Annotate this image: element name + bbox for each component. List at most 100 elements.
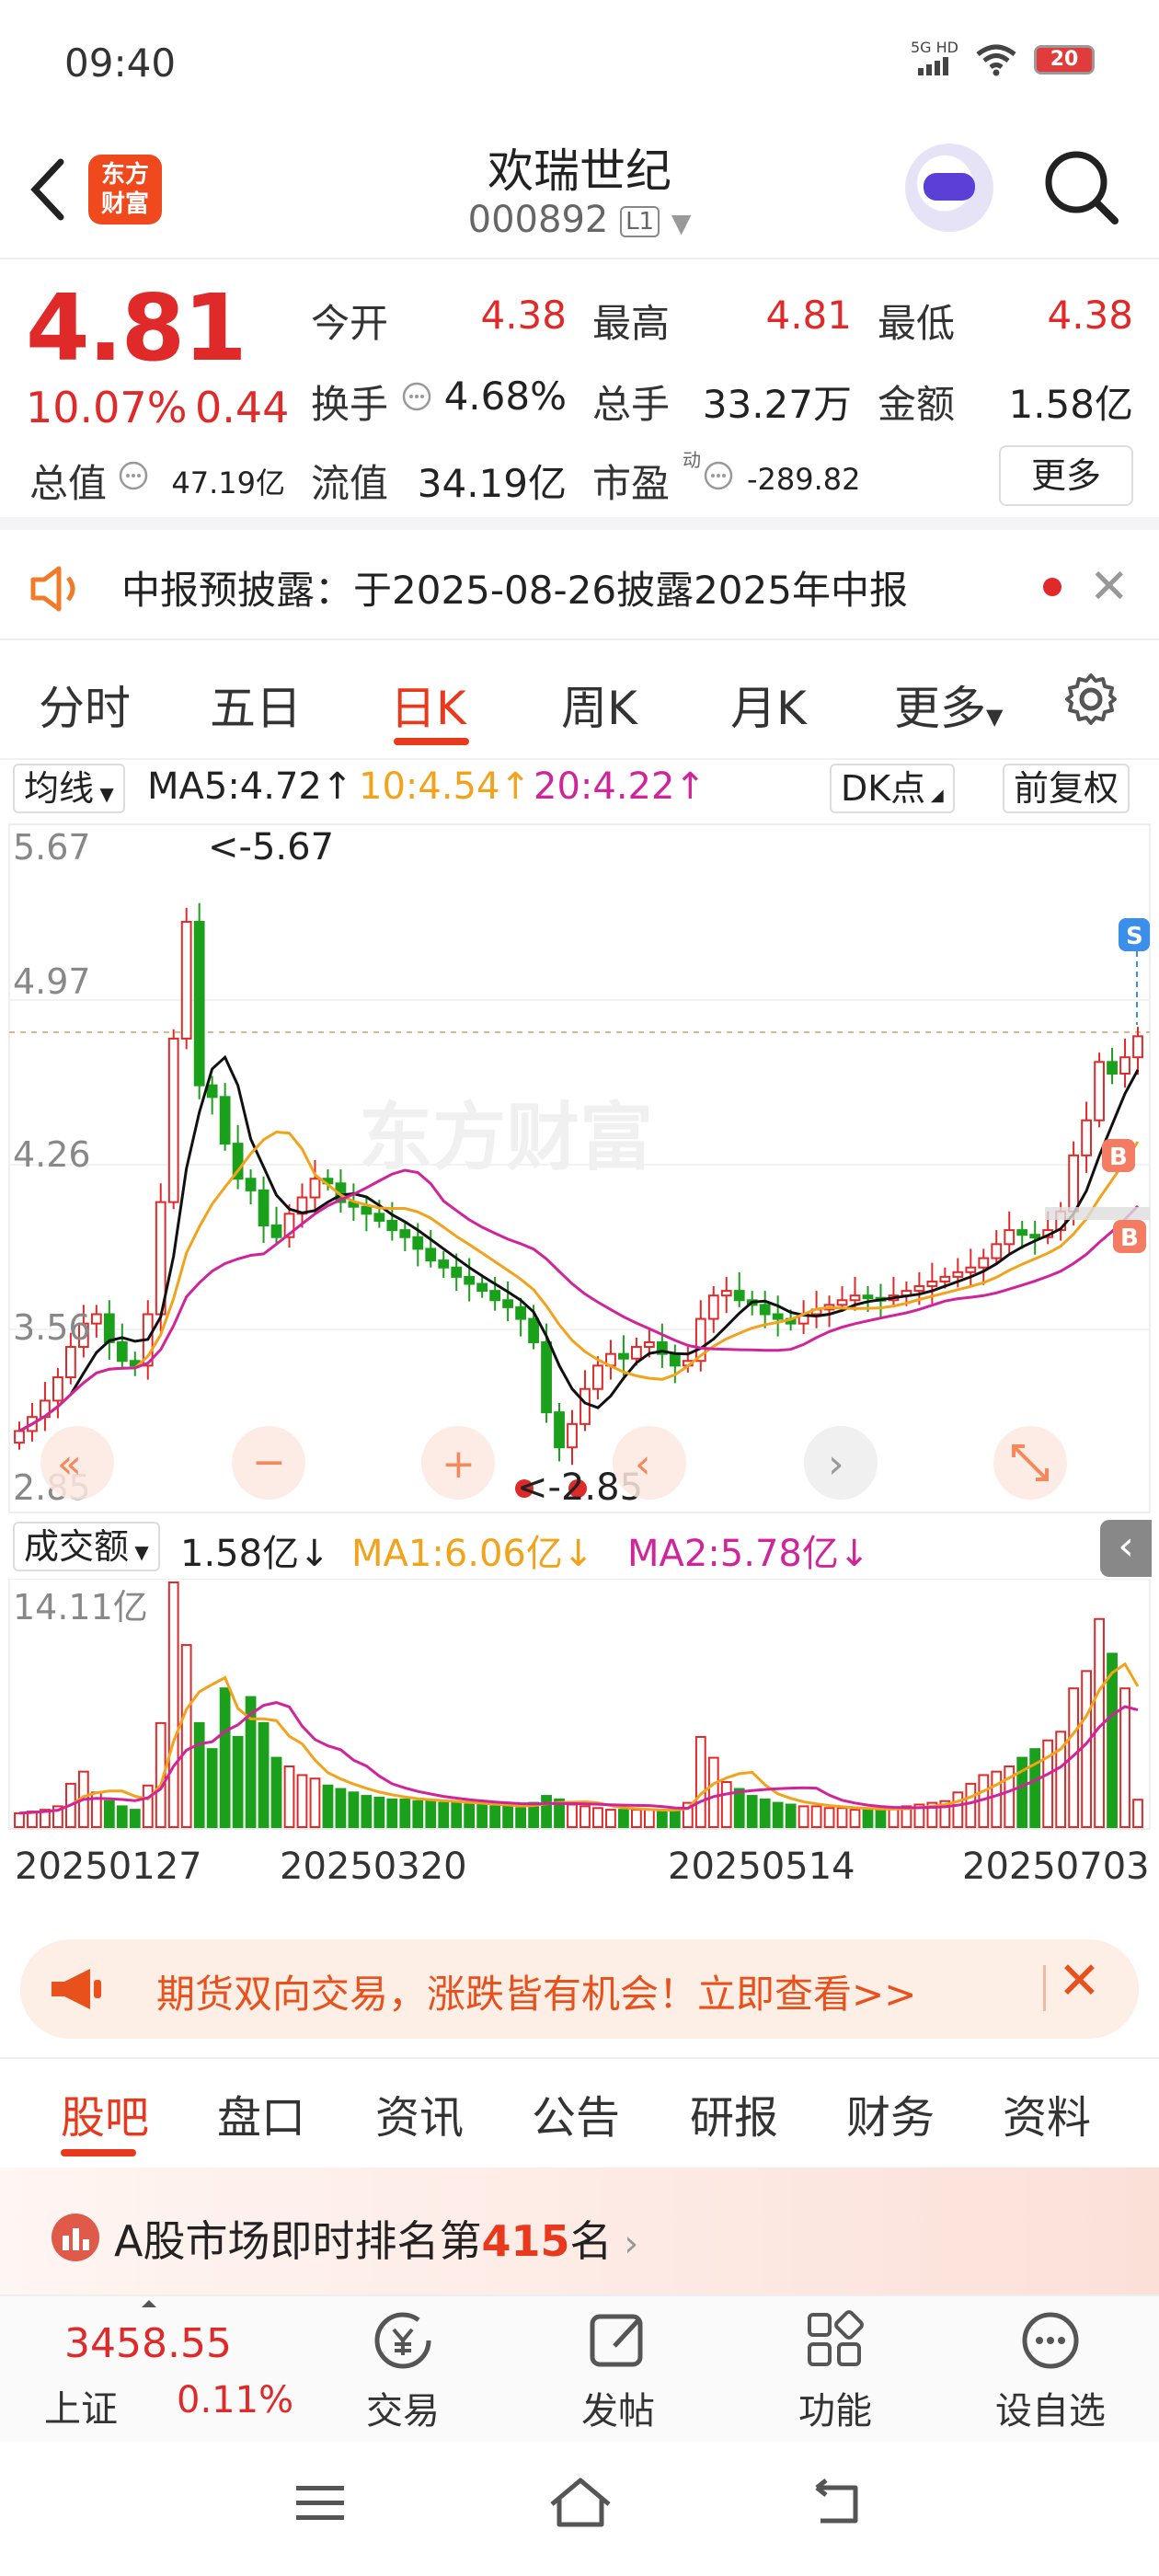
volume-bar xyxy=(489,1805,501,1828)
open-label: 今开 xyxy=(311,301,389,346)
search-icon[interactable] xyxy=(1041,147,1122,228)
candle-body xyxy=(476,1282,488,1293)
volume-bar xyxy=(618,1809,629,1828)
float-label: 流值 xyxy=(311,461,389,506)
volume-bar xyxy=(361,1795,373,1828)
grid-apps-icon[interactable] xyxy=(798,2304,872,2377)
scroll-left-fast-button[interactable]: « xyxy=(40,1426,114,1500)
edit-post-icon[interactable] xyxy=(581,2304,655,2377)
ma20-value: 20:4.22↑ xyxy=(534,765,706,808)
candle-body xyxy=(707,1294,719,1320)
volume-bar xyxy=(232,1735,244,1828)
volume-bar xyxy=(322,1784,334,1828)
candle-body xyxy=(669,1352,681,1367)
candle-body xyxy=(180,920,192,1040)
candle-body xyxy=(386,1219,398,1232)
volume-bar xyxy=(991,1770,1003,1829)
index-change[interactable]: 0.11% xyxy=(177,2379,293,2421)
back-icon[interactable] xyxy=(808,2477,866,2528)
tab-profile[interactable]: 资料 xyxy=(1003,2081,1091,2145)
candle-body xyxy=(502,1299,514,1308)
candle-body xyxy=(926,1280,938,1288)
info-icon[interactable] xyxy=(703,460,734,491)
forward-adjust-button[interactable]: 前复权 xyxy=(1003,764,1130,813)
volume-bar xyxy=(862,1809,874,1828)
rank-text: A股市场即时排名第415名 › xyxy=(114,2208,638,2269)
volume-bar xyxy=(206,1748,218,1828)
tab-news[interactable]: 资讯 xyxy=(375,2081,464,2145)
candle-body xyxy=(412,1236,424,1250)
candlestick-chart[interactable]: 东方财富 5.67 4.97 4.26 3.56 2.85 <-5.67 <-2… xyxy=(0,822,1159,1516)
volume-bar xyxy=(515,1807,526,1829)
tab-intraday[interactable]: 分时 xyxy=(39,672,131,738)
volume-ma1: MA1:6.06亿↓ xyxy=(351,1533,594,1575)
function-label[interactable]: 功能 xyxy=(762,2381,909,2434)
rank-prefix: A股市场即时排名第 xyxy=(114,2216,482,2266)
candle-body xyxy=(90,1313,102,1325)
volume-bar xyxy=(875,1809,887,1828)
tab-announcements[interactable]: 公告 xyxy=(532,2081,620,2145)
zoom-out-button[interactable]: − xyxy=(232,1426,305,1500)
index-name[interactable]: 上证 xyxy=(44,2379,118,2432)
tab-research[interactable]: 研报 xyxy=(690,2081,778,2145)
volume-bar xyxy=(798,1805,809,1828)
volume-bar xyxy=(103,1800,115,1828)
info-icon[interactable] xyxy=(118,460,149,491)
gear-icon[interactable] xyxy=(1061,670,1120,729)
network-label: 5G HD xyxy=(910,39,958,56)
candle-body xyxy=(554,1411,565,1449)
active-tab-underline xyxy=(394,738,469,745)
tab-finance[interactable]: 财务 xyxy=(846,2081,935,2145)
rank-number: 415 xyxy=(481,2216,570,2266)
scroll-right-button[interactable]: › xyxy=(804,1426,878,1500)
close-icon[interactable]: ✕ xyxy=(1058,1954,1101,2009)
post-label[interactable]: 发帖 xyxy=(545,2381,692,2434)
tab-pankou[interactable]: 盘口 xyxy=(217,2081,305,2145)
robot-assistant-icon[interactable] xyxy=(905,144,993,232)
volume-bar xyxy=(476,1803,488,1828)
status-bar: 09:40 5G HD 20 xyxy=(0,0,1159,129)
volume-bar xyxy=(412,1800,424,1828)
menu-icon[interactable] xyxy=(293,2480,350,2526)
collapse-panel-button[interactable]: ‹ xyxy=(1100,1520,1152,1577)
candle-body xyxy=(206,1084,218,1098)
volume-chart[interactable]: 14.11亿 xyxy=(0,1579,1159,1836)
volume-label: 总手 xyxy=(592,382,671,427)
scroll-left-button[interactable]: ‹ xyxy=(613,1426,686,1500)
low-value: 4.38 xyxy=(1047,293,1133,338)
zoom-in-button[interactable]: + xyxy=(421,1426,495,1500)
dk-point-button[interactable]: DK点 ◢ xyxy=(830,764,955,813)
ma-selector[interactable]: 均线 ▼ xyxy=(13,764,125,813)
candle-body xyxy=(1029,1234,1041,1239)
signal-icon xyxy=(917,57,948,75)
candle-body xyxy=(116,1340,128,1363)
tab-weekly-k[interactable]: 周K xyxy=(561,672,637,738)
info-icon[interactable] xyxy=(401,381,432,412)
caret-down-icon: ▼ xyxy=(129,1541,149,1563)
close-icon[interactable]: ✕ xyxy=(1089,561,1130,613)
fullscreen-button[interactable] xyxy=(993,1426,1067,1500)
trade-label[interactable]: 交易 xyxy=(329,2381,476,2434)
candle-body xyxy=(103,1313,115,1343)
volume-bar xyxy=(142,1784,154,1828)
watchlist-label[interactable]: 设自选 xyxy=(977,2381,1124,2434)
candle-body xyxy=(193,920,205,1087)
volume-bar xyxy=(772,1801,784,1829)
rank-suffix: 名 xyxy=(569,2216,613,2266)
index-value[interactable]: 3458.55 xyxy=(64,2320,232,2367)
tab-daily-k[interactable]: 日K xyxy=(390,672,466,738)
home-icon[interactable] xyxy=(546,2475,614,2530)
tab-monthly-k[interactable]: 月K xyxy=(730,672,807,738)
candle-body xyxy=(1016,1229,1028,1236)
more-dots-icon[interactable] xyxy=(1014,2304,1087,2377)
candle-body xyxy=(733,1290,745,1302)
candle-body xyxy=(643,1340,655,1349)
volume-bar xyxy=(129,1809,141,1828)
trade-yen-icon[interactable] xyxy=(366,2304,440,2377)
tab-guba[interactable]: 股吧 xyxy=(61,2081,149,2145)
tab-more[interactable]: 更多▼ xyxy=(894,672,1003,738)
candle-body xyxy=(862,1294,874,1300)
tab-five-day[interactable]: 五日 xyxy=(210,672,302,738)
volume-selector[interactable]: 成交额 ▼ xyxy=(13,1522,160,1571)
more-quote-button[interactable]: 更多 xyxy=(999,445,1133,506)
